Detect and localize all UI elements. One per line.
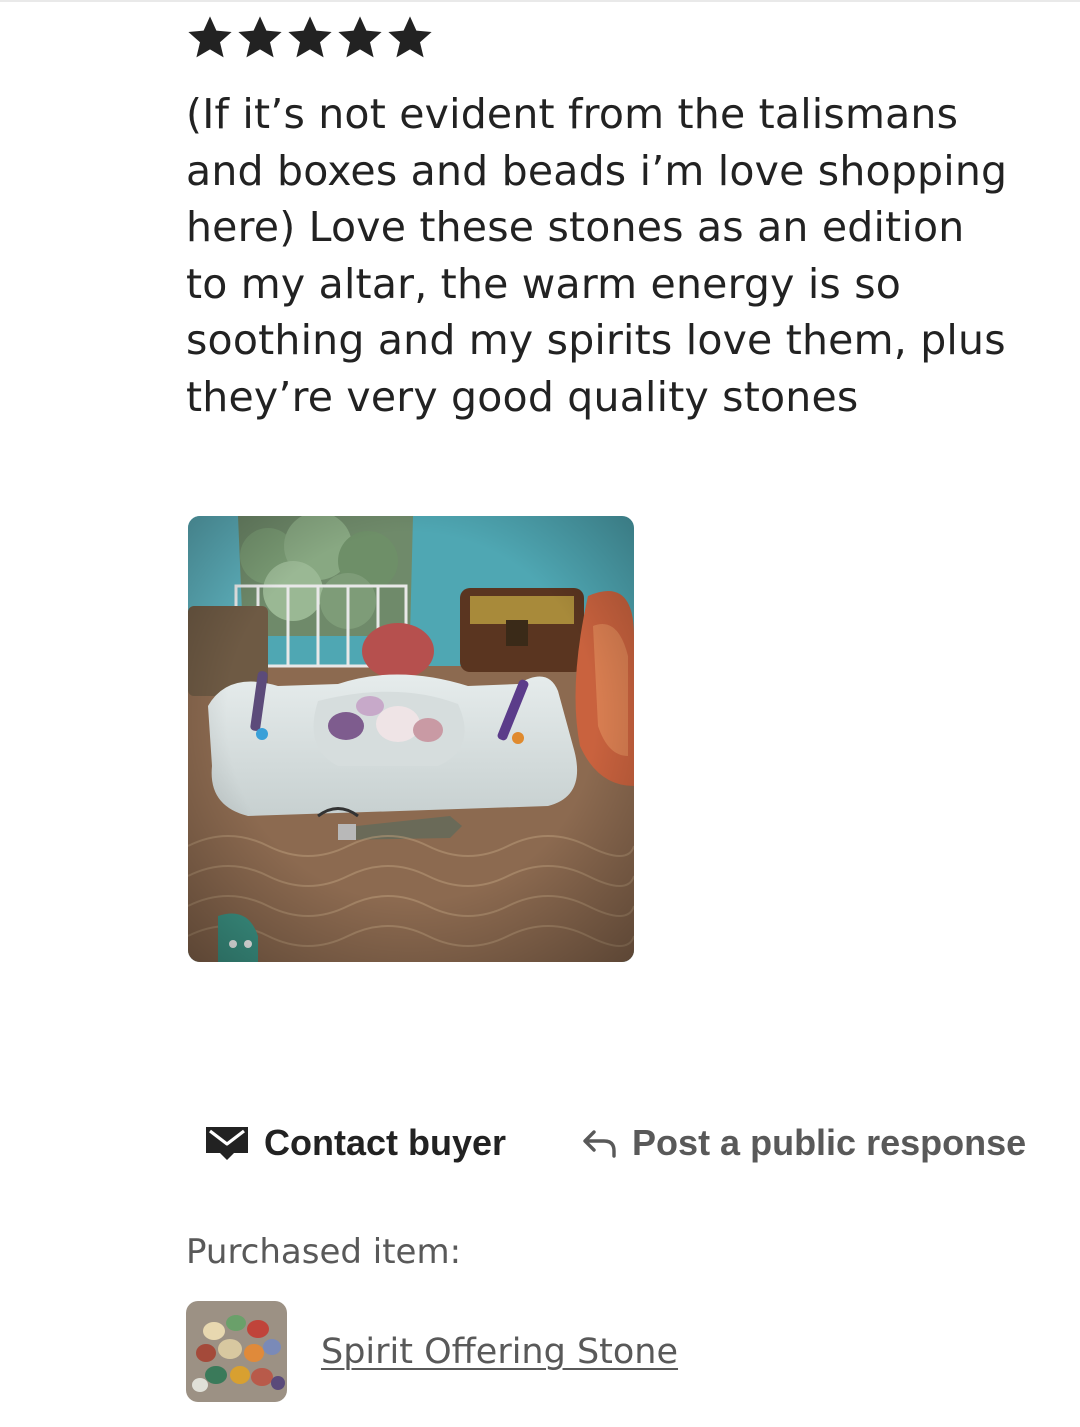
top-divider [0,0,1080,2]
post-public-response-label: Post a public response [632,1122,1027,1163]
purchased-item-link[interactable]: Spirit Offering Stone [321,1332,678,1372]
star-icon [238,16,282,58]
review-actions: Contact buyer Post a public response [204,1122,1026,1164]
item-thumbnail[interactable] [186,1301,287,1402]
review-text: (If it’s not evident from the talismans … [186,90,1008,421]
contact-buyer-button[interactable]: Contact buyer [204,1122,506,1164]
star-icon [338,16,382,58]
post-public-response-button[interactable]: Post a public response [582,1122,1026,1164]
purchased-item-label: Purchased item: [186,1232,462,1272]
star-icon [188,16,232,58]
reply-arrow-icon [583,1130,616,1158]
star-icon [288,16,332,58]
purchased-item: Spirit Offering Stone [186,1301,678,1402]
star-icon [388,16,432,58]
review-photo[interactable] [188,516,634,962]
star-rating [186,14,434,62]
envelope-icon [206,1127,248,1160]
contact-buyer-label: Contact buyer [264,1122,507,1163]
